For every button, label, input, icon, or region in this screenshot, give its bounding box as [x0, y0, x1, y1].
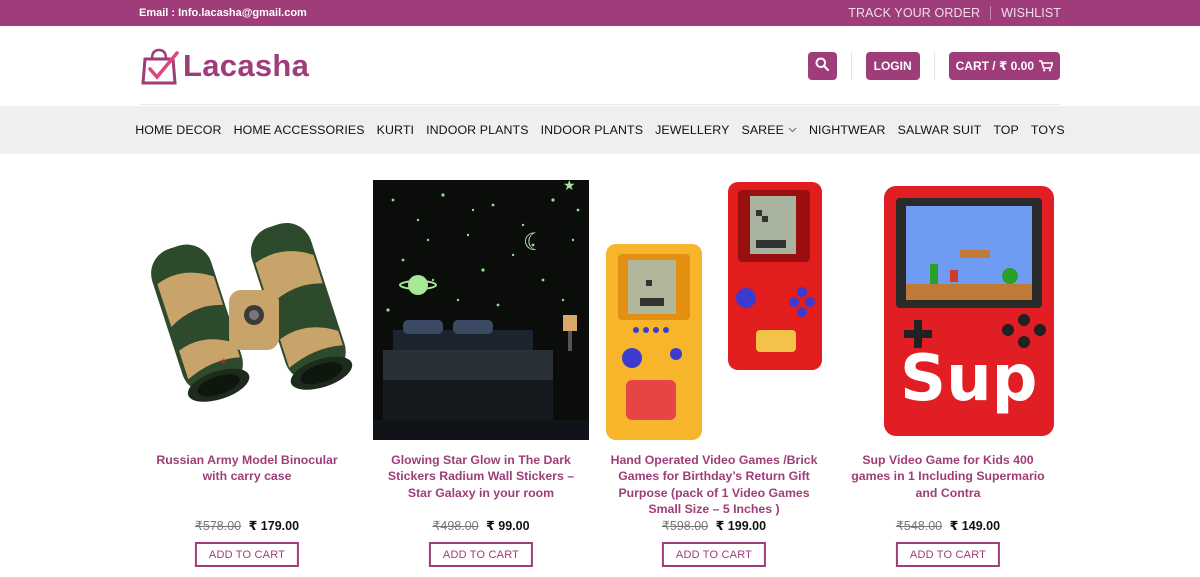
sale-price: ₹ 99.00 — [486, 519, 530, 533]
shopping-bag-icon — [141, 47, 179, 85]
nav-item-home-decor[interactable]: HOME DECOR — [135, 123, 221, 137]
search-icon — [815, 57, 830, 76]
header-actions: LOGIN CART / ₹ 0.00 — [807, 52, 1060, 80]
header-divider — [139, 104, 1061, 105]
product-title[interactable]: Sup Video Game for Kids 400 games in 1 I… — [840, 452, 1056, 516]
add-to-cart-button[interactable]: ADD TO CART — [895, 542, 1001, 567]
nav-item-kurti[interactable]: KURTI — [377, 123, 414, 137]
nav-item-jewellery[interactable]: JEWELLERY — [655, 123, 729, 137]
add-to-cart-button[interactable]: ADD TO CART — [661, 542, 767, 567]
product-title[interactable]: Glowing Star Glow in The Dark Stickers R… — [373, 452, 589, 516]
divider — [990, 6, 992, 20]
product-card: ☾ ★ Glowing Star Glow in The Dark Sticke… — [373, 180, 589, 567]
top-bar: Email : Info.lacasha@gmail.com TRACK YOU… — [0, 0, 1200, 26]
product-price: ₹598.00 ₹ 199.00 — [606, 518, 822, 533]
nav-item-salwar-suit[interactable]: SALWAR SUIT — [898, 123, 982, 137]
divider — [933, 52, 935, 80]
sale-price: ₹ 179.00 — [248, 519, 300, 533]
product-image[interactable]: ✶ — [139, 180, 355, 440]
nav-item-nightwear[interactable]: NIGHTWEAR — [809, 123, 886, 137]
chevron-down-icon — [788, 127, 797, 133]
product-card: Sup Sup Video Game for Kids 400 games in… — [840, 180, 1056, 567]
sale-price: ₹ 149.00 — [949, 519, 1001, 533]
divider — [850, 52, 852, 80]
site-logo[interactable]: Lacasha — [141, 47, 309, 85]
logo-text: Lacasha — [183, 48, 310, 83]
product-title[interactable]: Hand Operated Video Games /Brick Games f… — [606, 452, 822, 516]
main-nav: HOME DECOR HOME ACCESSORIES KURTI INDOOR… — [0, 106, 1200, 154]
old-price: ₹598.00 — [661, 519, 709, 533]
wishlist-link[interactable]: WISHLIST — [1001, 6, 1061, 20]
nav-item-toys[interactable]: TOYS — [1031, 123, 1065, 137]
nav-item-indoor-plants[interactable]: INDOOR PLANTS — [426, 123, 529, 137]
product-image[interactable]: ☾ ★ — [373, 180, 589, 440]
nav-item-top[interactable]: TOP — [993, 123, 1019, 137]
product-card: ✶ Russian Army Model Binocular with carr… — [139, 180, 355, 567]
product-card: Hand Operated Video Games /Brick Games f… — [606, 180, 822, 567]
old-price: ₹548.00 — [895, 519, 943, 533]
search-button[interactable] — [807, 52, 837, 80]
old-price: ₹578.00 — [194, 519, 242, 533]
nav-item-saree[interactable]: SAREE — [741, 123, 797, 137]
cart-button[interactable]: CART / ₹ 0.00 — [948, 52, 1060, 80]
svg-text:✶: ✶ — [219, 357, 227, 368]
old-price: ₹498.00 — [432, 519, 479, 533]
product-image[interactable] — [606, 180, 822, 440]
cart-icon — [1039, 60, 1053, 72]
svg-text:★: ★ — [563, 180, 576, 194]
sale-price: ₹ 199.00 — [715, 519, 767, 533]
login-button[interactable]: LOGIN — [865, 52, 920, 80]
product-title[interactable]: Russian Army Model Binocular with carry … — [139, 452, 355, 516]
product-grid: ✶ Russian Army Model Binocular with carr… — [139, 180, 1061, 577]
product-price: ₹498.00 ₹ 99.00 — [373, 518, 589, 533]
site-header: Lacasha LOGIN CART / ₹ 0.00 — [0, 26, 1200, 105]
svg-text:☾: ☾ — [523, 228, 545, 256]
product-image[interactable]: Sup — [840, 180, 1056, 440]
add-to-cart-button[interactable]: ADD TO CART — [194, 542, 300, 567]
top-links: TRACK YOUR ORDER WISHLIST — [848, 6, 1061, 20]
nav-item-home-accessories[interactable]: HOME ACCESSORIES — [234, 123, 365, 137]
nav-item-saree-label: SAREE — [741, 123, 784, 137]
track-order-link[interactable]: TRACK YOUR ORDER — [848, 6, 980, 20]
svg-text:Sup: Sup — [900, 342, 1037, 416]
cart-label: CART / ₹ 0.00 — [955, 59, 1034, 73]
nav-item-indoor-plants-2[interactable]: INDOOR PLANTS — [541, 123, 644, 137]
product-price: ₹578.00 ₹ 179.00 — [139, 518, 355, 533]
product-price: ₹548.00 ₹ 149.00 — [840, 518, 1056, 533]
contact-email: Email : Info.lacasha@gmail.com — [139, 7, 307, 19]
add-to-cart-button[interactable]: ADD TO CART — [428, 542, 534, 567]
